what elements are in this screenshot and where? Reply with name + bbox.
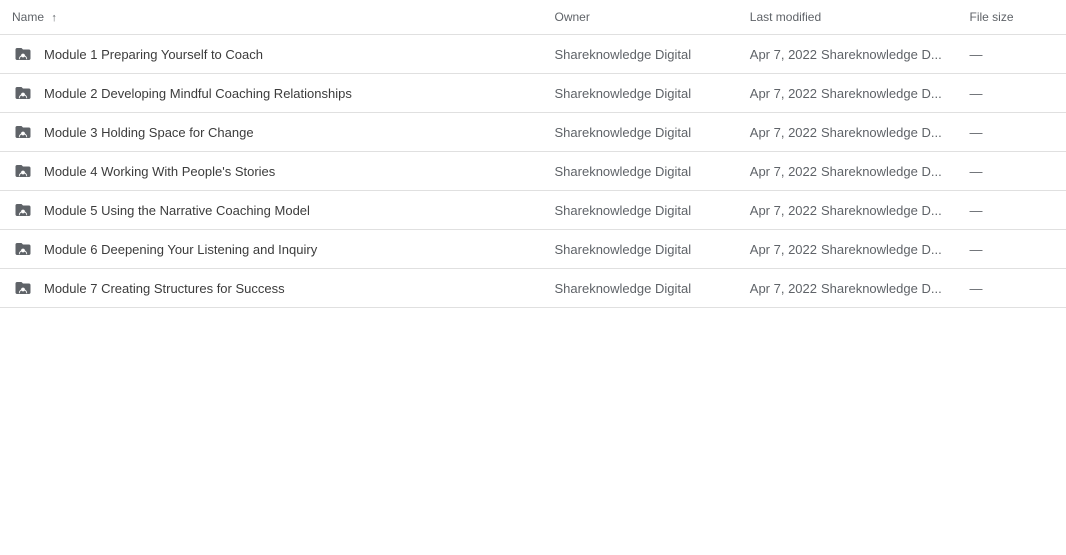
table-row[interactable]: Module 6 Deepening Your Listening and In… — [0, 230, 1066, 269]
file-name-label: Module 1 Preparing Yourself to Coach — [44, 47, 263, 62]
modified-cell-6: Apr 7, 2022 Shareknowledge D... — [738, 230, 958, 269]
name-cell-2: Module 2 Developing Mindful Coaching Rel… — [0, 74, 543, 113]
owner-cell-2: Shareknowledge Digital — [543, 74, 738, 113]
owner-header-label: Owner — [555, 10, 590, 24]
modified-cell-3: Apr 7, 2022 Shareknowledge D... — [738, 113, 958, 152]
owner-cell-1: Shareknowledge Digital — [543, 35, 738, 74]
name-column-header[interactable]: Name ↑ — [0, 0, 543, 35]
file-name-label: Module 4 Working With People's Stories — [44, 164, 275, 179]
modified-cell-2: Apr 7, 2022 Shareknowledge D... — [738, 74, 958, 113]
name-cell-7: Module 7 Creating Structures for Success — [0, 269, 543, 308]
folder-shared-icon — [12, 45, 34, 63]
owner-cell-4: Shareknowledge Digital — [543, 152, 738, 191]
size-column-header[interactable]: File size — [957, 0, 1066, 35]
file-name-label: Module 2 Developing Mindful Coaching Rel… — [44, 86, 352, 101]
table-row[interactable]: Module 2 Developing Mindful Coaching Rel… — [0, 74, 1066, 113]
folder-shared-icon — [12, 162, 34, 180]
size-cell-6: — — [957, 230, 1066, 269]
size-cell-3: — — [957, 113, 1066, 152]
size-cell-1: — — [957, 35, 1066, 74]
owner-column-header[interactable]: Owner — [543, 0, 738, 35]
modified-header-label: Last modified — [750, 10, 821, 24]
size-header-label: File size — [969, 10, 1013, 24]
table-row[interactable]: Module 4 Working With People's Stories S… — [0, 152, 1066, 191]
file-name-label: Module 6 Deepening Your Listening and In… — [44, 242, 317, 257]
name-cell-4: Module 4 Working With People's Stories — [0, 152, 543, 191]
folder-shared-icon — [12, 240, 34, 258]
modified-cell-1: Apr 7, 2022 Shareknowledge D... — [738, 35, 958, 74]
table-row[interactable]: Module 5 Using the Narrative Coaching Mo… — [0, 191, 1066, 230]
table-header-row: Name ↑ Owner Last modified File size — [0, 0, 1066, 35]
sort-icon: ↑ — [51, 12, 57, 24]
folder-shared-icon — [12, 279, 34, 297]
modified-cell-4: Apr 7, 2022 Shareknowledge D... — [738, 152, 958, 191]
folder-shared-icon — [12, 84, 34, 102]
file-table: Name ↑ Owner Last modified File size — [0, 0, 1066, 308]
size-cell-2: — — [957, 74, 1066, 113]
file-name-label: Module 7 Creating Structures for Success — [44, 281, 285, 296]
owner-cell-3: Shareknowledge Digital — [543, 113, 738, 152]
table-row[interactable]: Module 1 Preparing Yourself to Coach Sha… — [0, 35, 1066, 74]
folder-shared-icon — [12, 123, 34, 141]
table-row[interactable]: Module 3 Holding Space for Change Sharek… — [0, 113, 1066, 152]
owner-cell-5: Shareknowledge Digital — [543, 191, 738, 230]
size-cell-7: — — [957, 269, 1066, 308]
name-cell-6: Module 6 Deepening Your Listening and In… — [0, 230, 543, 269]
table-row[interactable]: Module 7 Creating Structures for Success… — [0, 269, 1066, 308]
owner-cell-7: Shareknowledge Digital — [543, 269, 738, 308]
name-header-label: Name — [12, 10, 44, 24]
name-cell-5: Module 5 Using the Narrative Coaching Mo… — [0, 191, 543, 230]
size-cell-5: — — [957, 191, 1066, 230]
folder-shared-icon — [12, 201, 34, 219]
modified-cell-5: Apr 7, 2022 Shareknowledge D... — [738, 191, 958, 230]
name-cell-1: Module 1 Preparing Yourself to Coach — [0, 35, 543, 74]
file-name-label: Module 5 Using the Narrative Coaching Mo… — [44, 203, 310, 218]
modified-column-header[interactable]: Last modified — [738, 0, 958, 35]
file-name-label: Module 3 Holding Space for Change — [44, 125, 254, 140]
owner-cell-6: Shareknowledge Digital — [543, 230, 738, 269]
size-cell-4: — — [957, 152, 1066, 191]
name-cell-3: Module 3 Holding Space for Change — [0, 113, 543, 152]
modified-cell-7: Apr 7, 2022 Shareknowledge D... — [738, 269, 958, 308]
